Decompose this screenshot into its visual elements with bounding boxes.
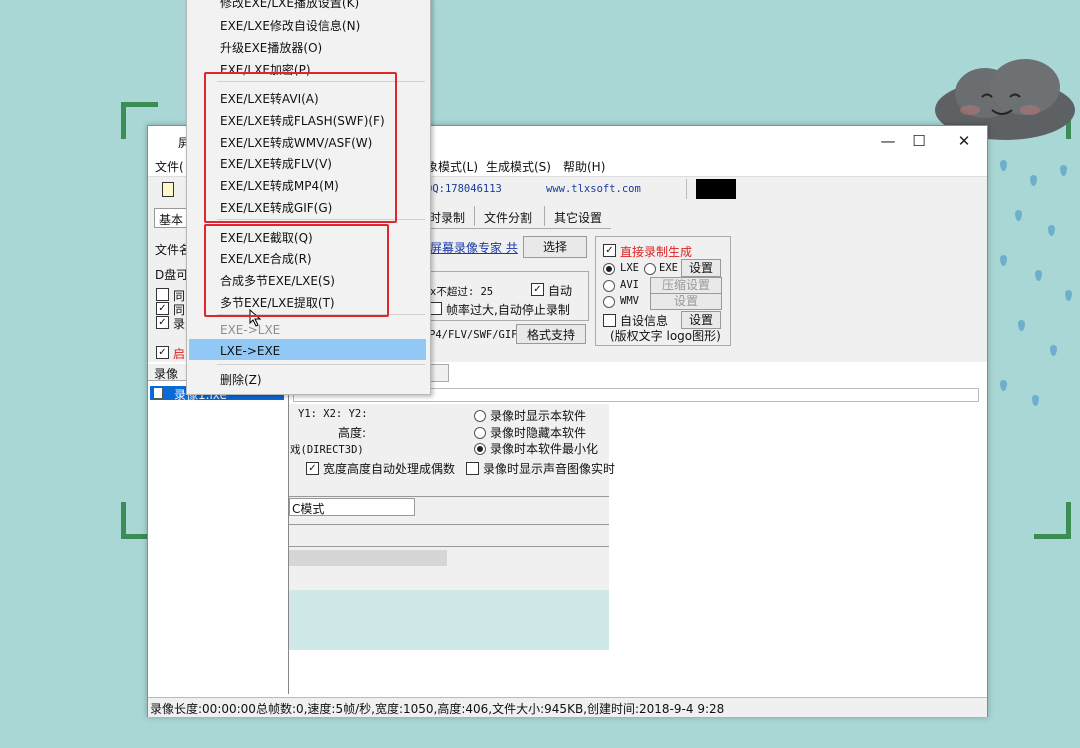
hide-soft-radio[interactable] (474, 427, 486, 439)
new-file-icon[interactable] (162, 182, 174, 197)
start-label: 启 (173, 347, 186, 361)
status-bar: 录像长度:00:00:00总帧数:0,速度:5帧/秒,宽度:1050,高度:40… (148, 697, 987, 717)
menu-item-delete[interactable]: 删除(Z) (220, 371, 262, 388)
option-checkbox-3[interactable]: ✓ (156, 316, 169, 329)
auto-checkbox[interactable]: ✓ (531, 283, 544, 296)
tab-timed-record[interactable]: 时录制 (429, 209, 465, 226)
annotation-box-edit (204, 224, 389, 317)
raindrop (1000, 160, 1007, 171)
drive-label: D盘可 (155, 268, 189, 282)
auto-stop-label: 帧率过大,自动停止录制 (446, 303, 570, 317)
annotation-box-convert (204, 72, 397, 223)
sound-realtime-checkbox[interactable] (466, 462, 479, 475)
tab-divider (474, 206, 475, 226)
raindrop (1018, 320, 1025, 331)
option-label-3: 录 (173, 317, 186, 331)
preview-pane (289, 590, 609, 650)
scrollbar-thumb[interactable] (289, 550, 447, 566)
start-checkbox[interactable]: ✓ (156, 346, 169, 359)
height-label: 高度: (338, 426, 367, 440)
file-icon (153, 387, 163, 399)
lxe-radio[interactable] (603, 263, 615, 275)
show-soft-label: 录像时显示本软件 (490, 409, 587, 423)
avi-radio[interactable] (603, 280, 615, 292)
menu-item-playback-settings[interactable]: 修改EXE/LXE播放设置(K) (220, 0, 359, 11)
divider (289, 524, 609, 525)
raindrop (1015, 210, 1022, 221)
sound-realtime-label: 录像时显示声音图像实时 (483, 462, 616, 476)
menu-generate-mode[interactable]: 生成模式(S) (486, 158, 551, 175)
maximize-button[interactable]: ☐ (904, 130, 934, 152)
raindrop (1050, 345, 1057, 356)
corner-bracket-bottom-right (1034, 502, 1071, 539)
menu-separator (217, 364, 425, 365)
max-label: x不超过: 25 (430, 286, 494, 298)
even-size-checkbox[interactable]: ✓ (306, 462, 319, 475)
compress-settings-button[interactable]: 压缩设置 (650, 277, 722, 294)
color-preview (696, 179, 736, 199)
direct-generate-label: 直接录制生成 (620, 245, 693, 259)
raindrop (1000, 255, 1007, 266)
menu-item-upgrade-player[interactable]: 升级EXE播放器(O) (220, 39, 322, 56)
raindrop (1065, 290, 1072, 301)
wmv-label: WMV (620, 295, 639, 307)
raindrop (1035, 270, 1042, 281)
select-button[interactable]: 选择 (523, 236, 587, 258)
direct-generate-checkbox[interactable]: ✓ (603, 244, 616, 257)
divider (289, 546, 609, 547)
lxe-settings-button[interactable]: 设置 (681, 259, 721, 277)
minimize-soft-label: 录像时本软件最小化 (490, 442, 599, 456)
exe-radio[interactable] (644, 263, 656, 275)
exe-label: EXE (659, 262, 678, 274)
menu-item-lxe-to-exe[interactable]: LXE->EXE (220, 344, 280, 358)
format-list: P4/FLV/SWF/GIF (429, 329, 518, 341)
minimize-soft-radio[interactable] (474, 443, 486, 455)
raindrop (1060, 165, 1067, 176)
even-size-label: 宽度高度自动处理成偶数 (323, 462, 456, 476)
custom-info-checkbox[interactable] (603, 314, 616, 327)
auto-label: 自动 (548, 284, 573, 298)
divider (289, 496, 609, 497)
tab-basic[interactable]: 基本 (154, 208, 188, 228)
avi-label: AVI (620, 279, 639, 291)
copyright-note: (版权文字 logo图形) (610, 329, 721, 343)
close-button[interactable]: ✕ (949, 130, 979, 152)
raindrop (1000, 380, 1007, 391)
hide-soft-label: 录像时隐藏本软件 (490, 426, 587, 440)
menu-item-custom-info[interactable]: EXE/LXE修改自设信息(N) (220, 17, 360, 34)
lxe-label: LXE (620, 262, 639, 274)
qq-number: QQ:178046113 (426, 183, 502, 195)
tab-underline (429, 228, 611, 229)
direct3d-label: 戏(DIRECT3D) (290, 444, 364, 456)
menu-record-mode[interactable]: 象模式(L) (426, 158, 478, 175)
status-text: 录像长度:00:00:00总帧数:0,速度:5帧/秒,宽度:1050,高度:40… (150, 702, 725, 716)
minimize-button[interactable]: — (873, 130, 903, 152)
menu-help[interactable]: 帮助(H) (563, 158, 605, 175)
tab-divider (544, 206, 545, 226)
menu-file[interactable]: 文件( (155, 158, 184, 175)
coords-label: Y1: X2: Y2: (298, 408, 368, 420)
tab-file-split[interactable]: 文件分割 (484, 209, 532, 226)
mode-field[interactable]: C模式 (289, 498, 415, 516)
format-support-button[interactable]: 格式支持 (516, 324, 586, 344)
option-checkbox-1[interactable] (156, 288, 169, 301)
raindrop (1048, 225, 1055, 236)
raindrop (1032, 395, 1039, 406)
file-list[interactable]: 录像1.lxe (148, 382, 289, 694)
toolbar-divider (686, 179, 687, 199)
show-soft-radio[interactable] (474, 410, 486, 422)
website-label[interactable]: www.tlxsoft.com (546, 183, 641, 195)
tab-other-settings[interactable]: 其它设置 (554, 209, 602, 226)
raindrop (1030, 175, 1037, 186)
wmv-settings-button[interactable]: 设置 (650, 293, 722, 310)
option-checkbox-2[interactable]: ✓ (156, 302, 169, 315)
expert-link[interactable]: 屏幕录像专家 共 (430, 239, 518, 256)
wmv-radio[interactable] (603, 296, 615, 308)
